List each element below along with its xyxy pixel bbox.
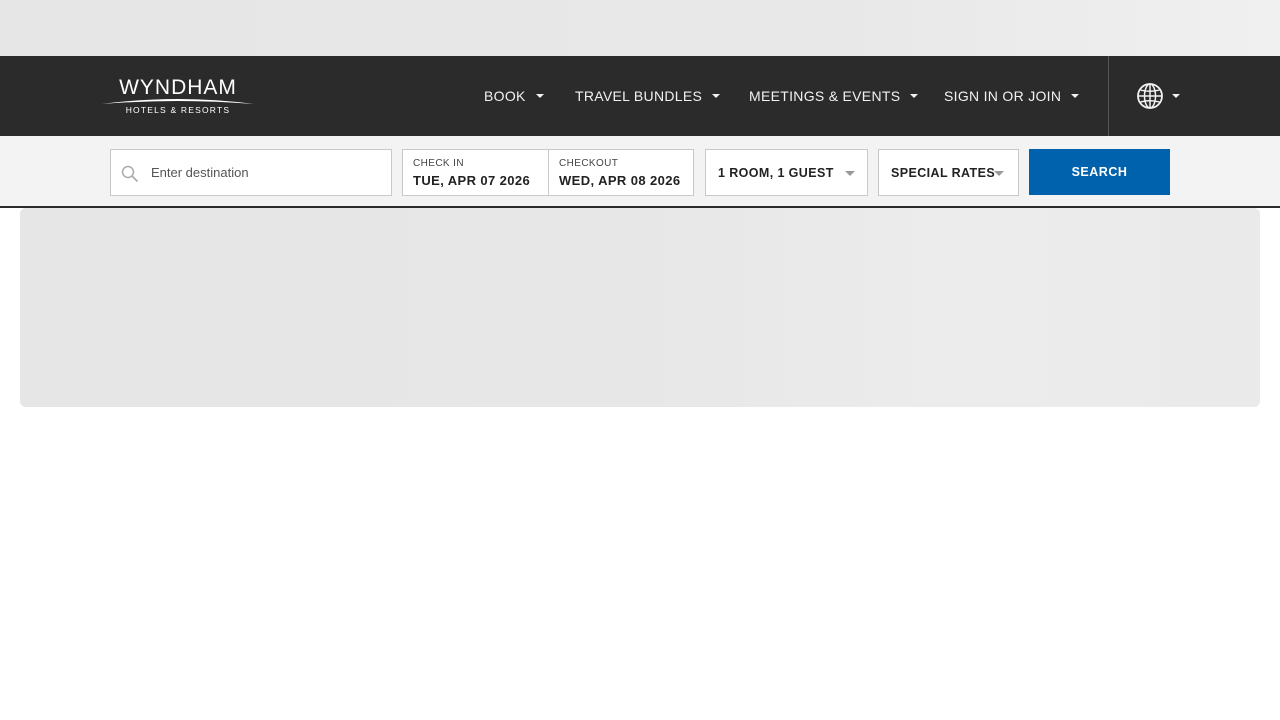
- rooms-guests-select[interactable]: 1 ROOM, 1 GUEST: [705, 149, 868, 196]
- check-in-value: TUE, APR 07 2026: [413, 173, 531, 188]
- nav-sign-in-join[interactable]: SIGN IN OR JOIN: [944, 86, 1080, 106]
- special-rates-value: SPECIAL RATES: [891, 165, 996, 180]
- globe-icon: [1137, 83, 1163, 109]
- caret-down-icon: [1071, 94, 1080, 98]
- caret-down-icon: [845, 171, 855, 176]
- caret-down-icon: [910, 94, 919, 98]
- search-icon: [121, 165, 139, 183]
- top-banner-placeholder: [0, 0, 1280, 56]
- caret-down-icon: [712, 94, 721, 98]
- destination-input[interactable]: [151, 150, 387, 195]
- nav-meetings-events[interactable]: MEETINGS & EVENTS: [749, 86, 919, 106]
- nav-travel-bundles-label: TRAVEL BUNDLES: [575, 88, 703, 104]
- special-rates-select[interactable]: SPECIAL RATES: [878, 149, 1019, 196]
- nav-meetings-events-label: MEETINGS & EVENTS: [749, 88, 901, 104]
- booking-search-bar: CHECK IN TUE, APR 07 2026 CHECKOUT WED, …: [0, 136, 1280, 208]
- check-in-date[interactable]: CHECK IN TUE, APR 07 2026: [402, 149, 549, 196]
- checkout-date[interactable]: CHECKOUT WED, APR 08 2026: [548, 149, 694, 196]
- rooms-guests-value: 1 ROOM, 1 GUEST: [718, 165, 834, 180]
- main-navbar: WYNDHAM HOTELS & RESORTS BOOK TRAVEL BUN…: [0, 56, 1280, 136]
- nav-divider: [1108, 56, 1109, 136]
- caret-down-icon: [994, 171, 1004, 176]
- destination-field[interactable]: [110, 149, 392, 196]
- nav-sign-in-join-label: SIGN IN OR JOIN: [944, 88, 1062, 104]
- logo-tagline: HOTELS & RESORTS: [125, 105, 231, 115]
- caret-down-icon: [1172, 94, 1180, 98]
- hero-loading-placeholder: [20, 208, 1260, 407]
- checkout-label: CHECKOUT: [559, 158, 619, 169]
- nav-travel-bundles[interactable]: TRAVEL BUNDLES: [575, 86, 721, 106]
- nav-book[interactable]: BOOK: [484, 86, 544, 106]
- check-in-label: CHECK IN: [413, 158, 464, 169]
- caret-down-icon: [535, 94, 544, 98]
- search-button[interactable]: SEARCH: [1029, 149, 1170, 195]
- nav-book-label: BOOK: [484, 88, 526, 104]
- checkout-value: WED, APR 08 2026: [559, 173, 681, 188]
- language-selector[interactable]: [1136, 82, 1180, 110]
- wyndham-logo[interactable]: WYNDHAM HOTELS & RESORTS: [100, 76, 256, 118]
